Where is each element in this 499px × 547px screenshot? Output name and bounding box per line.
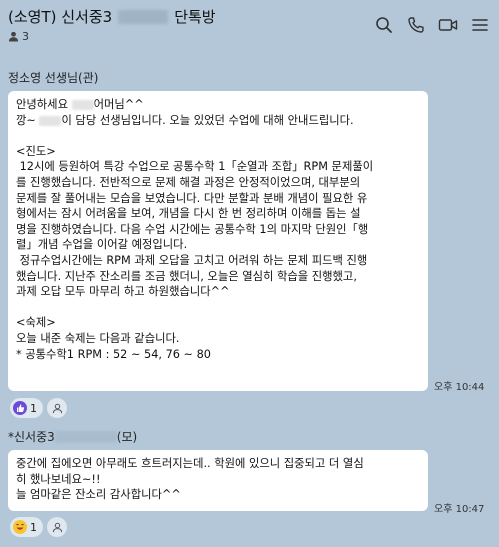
redacted-name <box>118 9 169 24</box>
message-time: 오후 10:44 <box>434 382 485 393</box>
message-line: 안녕하세요 어머님^^ <box>16 97 420 113</box>
message-sender[interactable]: 정소영 선생님(관) <box>8 69 98 86</box>
chat-title-prefix: (소영T) 신서중3 <box>8 8 113 26</box>
message-line: 정규수업시간에는 RPM 과제 오답을 고치고 어려워 하는 문제 피드백 진행 <box>16 253 368 267</box>
video-call-icon[interactable] <box>437 14 459 36</box>
header-actions <box>373 14 491 36</box>
redacted-name <box>71 100 94 110</box>
phone-icon[interactable] <box>405 14 427 36</box>
message-text: 어머님^^ <box>93 98 144 111</box>
message-line: 명을 진행하였습니다. 다음 수업 시간에는 공통수학 1의 마지막 단원인「행 <box>16 222 369 236</box>
sender-name-prefix: *신서중3 <box>8 430 55 444</box>
reaction-count: 1 <box>30 401 37 415</box>
message-line: <진도> <box>16 144 56 158</box>
chat-title-suffix: 단톡방 <box>174 8 216 26</box>
message-bubble[interactable]: 안녕하세요 어머님^^ 깡~ 이 담당 선생님입니다. 오늘 있었던 수업에 대… <box>8 91 428 391</box>
chat-header: (소영T) 신서중3 단톡방 3 <box>0 0 499 52</box>
message-line: 를 진행했습니다. 전반적으로 문제 해결 과정은 안정적이었으며, 대부분의 <box>16 175 361 189</box>
message-line: 깡~ 이 담당 선생님입니다. 오늘 있었던 수업에 대해 안내드립니다. <box>16 113 420 129</box>
reaction-pill[interactable]: 1 <box>10 398 43 418</box>
message-line: 형에서는 잠시 어려움을 보여, 개념을 다시 한 번 정리하며 이해를 돕는 … <box>16 207 361 221</box>
message-line: 렬」개념 수업을 이어갈 예정입니다. <box>16 238 188 252</box>
search-icon[interactable] <box>373 14 395 36</box>
add-reaction-button[interactable] <box>47 398 67 418</box>
message-line: 했습니다. 지난주 잔소리를 조금 했더니, 오늘은 열심히 학습을 진행했고, <box>16 269 357 283</box>
message-sender[interactable]: *신서중3 (모) <box>8 428 137 445</box>
person-icon <box>52 522 62 532</box>
menu-icon[interactable] <box>469 14 491 36</box>
person-icon <box>8 31 19 42</box>
reaction-bar: 1 <box>10 517 67 537</box>
member-count[interactable]: 3 <box>8 30 29 43</box>
message-text: 깡~ <box>16 113 40 127</box>
message-line: 오늘 내준 숙제는 다음과 같습니다. <box>16 331 180 345</box>
laughing-emoji-icon <box>13 520 27 534</box>
person-icon <box>52 403 62 413</box>
message-text: 이 담당 선생님입니다. 오늘 있었던 수업에 대해 안내드립니다. <box>61 113 354 127</box>
redacted-name <box>39 115 62 126</box>
reaction-count: 1 <box>30 520 37 534</box>
message-line <box>16 300 420 316</box>
message-line: 12시에 등원하여 특강 수업으로 공통수학 1「순열과 조합」RPM 문제풀이 <box>16 160 374 174</box>
message-text: 안녕하세요 <box>16 98 72 111</box>
like-emoji-icon <box>13 401 27 415</box>
message-line: 히 했나보네요~!! <box>16 472 101 486</box>
message-bubble[interactable]: 중간에 집에오면 아무래도 흐트러지는데.. 학원에 있으니 집중되고 더 열심… <box>8 450 428 511</box>
message-time: 오후 10:47 <box>434 504 485 515</box>
message-line: 과제 오답 모두 마무리 하고 하원했습니다^^ <box>16 285 230 299</box>
add-reaction-button[interactable] <box>47 517 67 537</box>
message-line: * 공통수학1 RPM : 52 ~ 54, 76 ~ 80 <box>16 347 211 361</box>
message-line: 중간에 집에오면 아무래도 흐트러지는데.. 학원에 있으니 집중되고 더 열심 <box>16 457 364 470</box>
member-count-value: 3 <box>22 30 29 43</box>
message-line: <숙제> <box>16 316 56 330</box>
message-line <box>16 128 420 144</box>
sender-name-suffix: (모) <box>116 430 138 444</box>
chat-title: (소영T) 신서중3 단톡방 <box>8 6 216 27</box>
sender-name: 정소영 선생님(관) <box>8 71 99 85</box>
reaction-pill[interactable]: 1 <box>10 517 43 537</box>
reaction-bar: 1 <box>10 398 67 418</box>
redacted-name <box>54 430 117 443</box>
message-line: 문제를 잘 풀어내는 모습을 보였습니다. 다만 분할과 분배 개념이 필요한 … <box>16 191 368 205</box>
message-line: 늘 엄마같은 잔소리 감사합니다^^ <box>16 488 181 502</box>
